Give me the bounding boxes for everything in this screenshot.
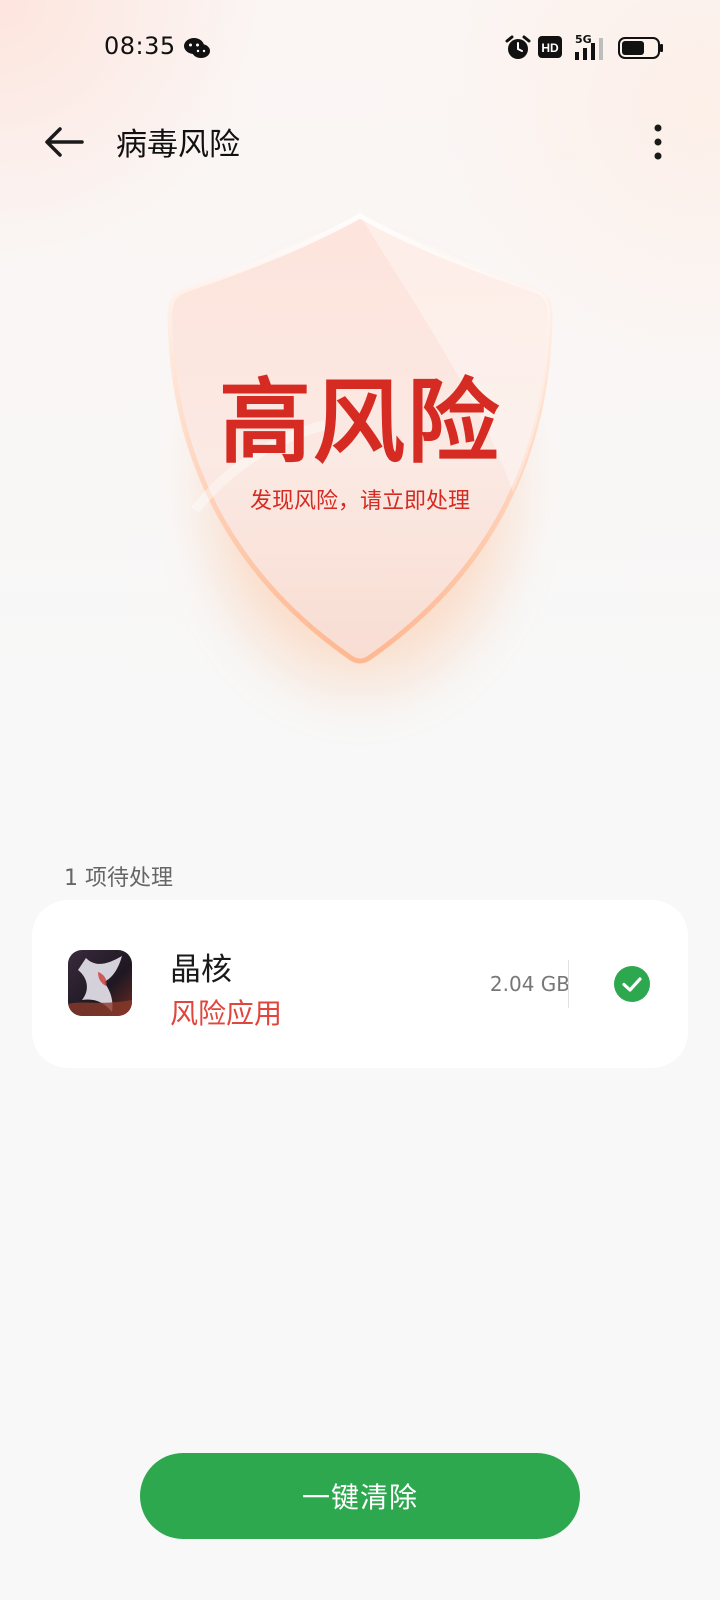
- risk-shield: 高风险 发现风险，请立即处理: [120, 180, 600, 740]
- app-select-checkbox[interactable]: [614, 966, 650, 1002]
- app-size: 2.04 GB: [489, 972, 570, 996]
- status-bar: 08:35 HD 5G: [0, 0, 720, 96]
- pending-count-label: 1 项待处理: [64, 866, 173, 891]
- check-icon: [622, 977, 642, 992]
- page-title: 病毒风险: [116, 127, 240, 163]
- more-vertical-icon[interactable]: [640, 118, 676, 166]
- risk-level-title: 高风险: [218, 369, 501, 476]
- status-time: 08:35: [104, 32, 176, 60]
- svg-text:HD: HD: [541, 41, 559, 55]
- wechat-icon: [184, 38, 210, 58]
- app-bar: 病毒风险: [0, 100, 720, 184]
- clean-all-button[interactable]: 一键清除: [140, 1453, 580, 1539]
- hd-icon: HD: [538, 36, 562, 58]
- app-name: 晶核: [170, 952, 232, 988]
- app-risk-label: 风险应用: [170, 997, 283, 1030]
- risk-description: 发现风险，请立即处理: [249, 489, 470, 514]
- signal-icon: [575, 38, 603, 60]
- card-divider: [568, 960, 569, 1008]
- app-icon: [68, 950, 132, 1016]
- alarm-icon: [505, 35, 531, 59]
- risk-app-card[interactable]: 晶核 风险应用 2.04 GB: [32, 900, 688, 1068]
- back-arrow-icon[interactable]: [40, 120, 88, 164]
- battery-icon: [618, 37, 663, 59]
